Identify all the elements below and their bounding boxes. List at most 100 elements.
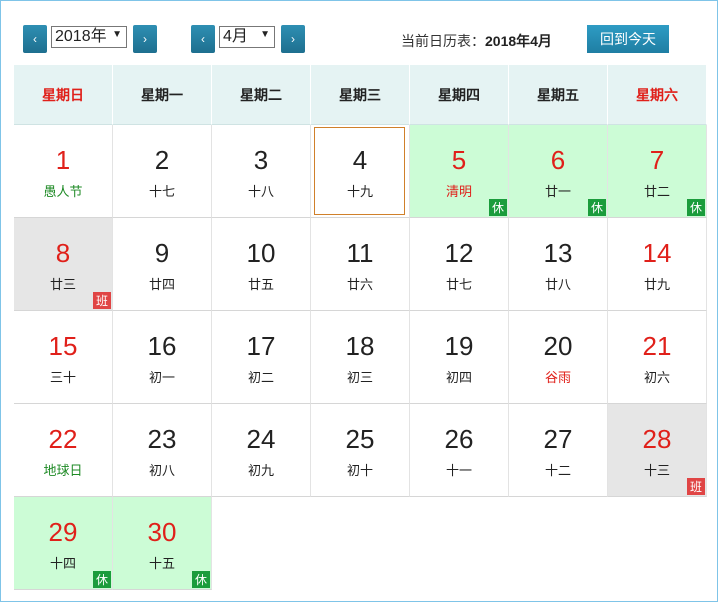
- day-number: 28: [642, 424, 672, 454]
- month-select-value: 4月: [223, 28, 248, 45]
- calendar-day[interactable]: 22 地球日: [14, 404, 113, 497]
- calendar-day[interactable]: 7 廿二休: [608, 125, 707, 218]
- day-number: 5: [451, 145, 467, 175]
- lunar-date: 初六: [643, 370, 670, 385]
- weekday-header-thu: 星期四: [410, 65, 509, 125]
- current-calendar-label: 当前日历表：2018年4月: [401, 31, 552, 51]
- prev-year-button[interactable]: ‹: [23, 25, 47, 53]
- day-number: 24: [246, 424, 276, 454]
- calendar-day[interactable]: 19 初四: [410, 311, 509, 404]
- calendar-day[interactable]: 1 愚人节: [14, 125, 113, 218]
- current-calendar-prefix: 当前日历表：: [401, 33, 485, 49]
- lunar-date: 廿八: [544, 277, 571, 292]
- calendar-day[interactable]: 30 十五休: [113, 497, 212, 590]
- calendar-day[interactable]: 24 初九: [212, 404, 311, 497]
- day-number: 27: [543, 424, 573, 454]
- lunar-date: 十五: [148, 556, 175, 571]
- weekday-header-sat: 星期六: [608, 65, 707, 125]
- calendar-day[interactable]: 12 廿七: [410, 218, 509, 311]
- day-number: 29: [48, 517, 78, 547]
- day-number: 20: [543, 331, 573, 361]
- calendar-day[interactable]: 6 廿一休: [509, 125, 608, 218]
- calendar-day[interactable]: 29 十四休: [14, 497, 113, 590]
- calendar-day[interactable]: 9 廿四: [113, 218, 212, 311]
- day-number: 7: [649, 145, 665, 175]
- back-to-today-button[interactable]: 回到今天: [587, 25, 669, 53]
- lunar-date: 十一: [445, 463, 472, 478]
- lunar-date: 廿五: [247, 277, 274, 292]
- calendar-day[interactable]: 13 廿八: [509, 218, 608, 311]
- calendar-day[interactable]: 15 三十: [14, 311, 113, 404]
- lunar-date: 愚人节: [43, 184, 83, 199]
- calendar-day[interactable]: 20 谷雨: [509, 311, 608, 404]
- lunar-date: 初四: [445, 370, 472, 385]
- day-number: 30: [147, 517, 177, 547]
- rest-day-badge: 休: [192, 571, 210, 588]
- day-number: 13: [543, 238, 573, 268]
- lunar-date: 初八: [148, 463, 175, 478]
- day-number: 23: [147, 424, 177, 454]
- calendar-day[interactable]: 27 十二: [509, 404, 608, 497]
- day-number: 25: [345, 424, 375, 454]
- calendar-day[interactable]: 11 廿六: [311, 218, 410, 311]
- lunar-date: 十八: [247, 184, 274, 199]
- day-number: 3: [253, 145, 269, 175]
- current-calendar-value: 2018年4月: [485, 33, 552, 49]
- day-number: 1: [55, 145, 71, 175]
- calendar-day[interactable]: 28 十三班: [608, 404, 707, 497]
- weekday-header-sun: 星期日: [14, 65, 113, 125]
- day-number: 2: [154, 145, 170, 175]
- lunar-date: 十七: [148, 184, 175, 199]
- day-number: 9: [154, 238, 170, 268]
- day-number: 18: [345, 331, 375, 361]
- calendar-day[interactable]: 3 十八: [212, 125, 311, 218]
- lunar-date: 初一: [148, 370, 175, 385]
- lunar-date: 初十: [346, 463, 373, 478]
- calendar-day-today[interactable]: 4 十九: [311, 125, 410, 218]
- calendar-day[interactable]: 8 廿三班: [14, 218, 113, 311]
- calendar-day[interactable]: 23 初八: [113, 404, 212, 497]
- calendar-day[interactable]: 2 十七: [113, 125, 212, 218]
- lunar-date: 十四: [49, 556, 76, 571]
- calendar-day[interactable]: 14 廿九: [608, 218, 707, 311]
- weekday-header-fri: 星期五: [509, 65, 608, 125]
- lunar-date: 廿一: [544, 184, 571, 199]
- lunar-date: 廿九: [643, 277, 670, 292]
- rest-day-badge: 休: [93, 571, 111, 588]
- weekday-header-tue: 星期二: [212, 65, 311, 125]
- lunar-date: 地球日: [43, 463, 83, 478]
- year-select[interactable]: 2018年 ▼: [51, 26, 127, 48]
- day-number: 8: [55, 238, 71, 268]
- prev-month-button[interactable]: ‹: [191, 25, 215, 53]
- next-month-button[interactable]: ›: [281, 25, 305, 53]
- lunar-date: 廿二: [643, 184, 670, 199]
- rest-day-badge: 休: [687, 199, 705, 216]
- calendar-day[interactable]: 10 廿五: [212, 218, 311, 311]
- day-number: 10: [246, 238, 276, 268]
- calendar-day[interactable]: 25 初十: [311, 404, 410, 497]
- calendar-day[interactable]: 5 清明休: [410, 125, 509, 218]
- day-number: 4: [352, 145, 368, 175]
- chevron-down-icon: ▼: [112, 29, 122, 40]
- calendar-toolbar: ‹ 2018年 ▼ › ‹ 4月 ▼ › 当前日历表：2018年4月 回到今天: [1, 1, 717, 63]
- day-number: 16: [147, 331, 177, 361]
- weekday-header-mon: 星期一: [113, 65, 212, 125]
- calendar-day[interactable]: 26 十一: [410, 404, 509, 497]
- calendar-day[interactable]: 21 初六: [608, 311, 707, 404]
- lunar-date: 廿四: [148, 277, 175, 292]
- calendar-day[interactable]: 17 初二: [212, 311, 311, 404]
- day-number: 14: [642, 238, 672, 268]
- day-number: 11: [346, 238, 374, 268]
- calendar-grid: 星期日 星期一 星期二 星期三 星期四 星期五 星期六 1 愚人节 2 十七 3 十八 4 十…: [14, 65, 707, 590]
- rest-day-badge: 休: [588, 199, 606, 216]
- weekday-header-wed: 星期三: [311, 65, 410, 125]
- next-year-button[interactable]: ›: [133, 25, 157, 53]
- calendar-day[interactable]: 18 初三: [311, 311, 410, 404]
- lunar-date: 清明: [445, 184, 472, 199]
- month-select[interactable]: 4月 ▼: [219, 26, 275, 48]
- day-number: 26: [444, 424, 474, 454]
- day-number: 22: [48, 424, 78, 454]
- lunar-date: 谷雨: [544, 370, 571, 385]
- day-number: 6: [550, 145, 566, 175]
- calendar-day[interactable]: 16 初一: [113, 311, 212, 404]
